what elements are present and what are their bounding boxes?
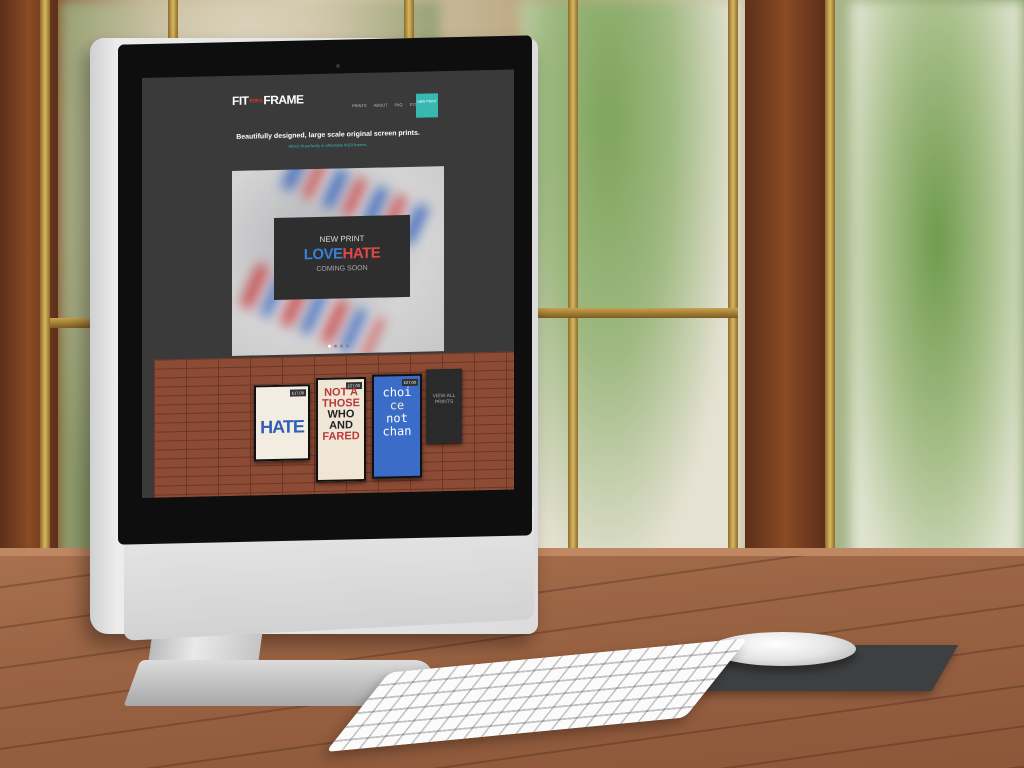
site-header: FITFOR AFRAME PRINTS ABOUT FAQ STOCKISTS… [142,69,514,128]
price-tag: £17.00 [289,389,306,397]
new-print-button[interactable]: NEW PRINT [416,93,438,118]
website-screen: FITFOR AFRAME PRINTS ABOUT FAQ STOCKISTS… [142,69,514,498]
logo-text-small: FOR A [249,98,263,105]
view-all-prints-button[interactable]: VIEW ALL PRINTS [426,368,462,444]
print-line: chan [382,423,412,439]
logo-text-left: FIT [232,93,249,108]
brass-frame [40,0,50,560]
print-card[interactable]: £27.00 NOT A THOSE WHO AND FARED [316,376,366,483]
window-glass-middle [520,0,740,600]
promo-title: LOVEHATE [274,244,410,264]
promo-status: COMING SOON [316,264,368,274]
promo-title-love: LOVE [303,245,343,264]
slider-dot[interactable] [339,344,343,348]
print-card[interactable]: £27.00 choi ce not chan [372,373,422,479]
print-artwork-text: NOT A THOSE WHO AND FARED [318,386,364,443]
camera-icon [336,64,340,68]
slider-dot[interactable] [345,344,349,348]
promo-box: NEW PRINT LOVEHATE COMING SOON [274,214,410,301]
window-frame-post [745,0,825,600]
brass-frame [728,0,738,570]
site-logo[interactable]: FITFOR AFRAME [232,92,304,108]
hero-slider[interactable]: NEW PRINT LOVEHATE COMING SOON [232,166,444,356]
brass-frame [568,0,578,570]
print-line: FARED [322,430,360,443]
slider-dot[interactable] [333,344,337,348]
slider-dot[interactable] [327,344,331,348]
nav-faq[interactable]: FAQ [394,102,402,107]
promo-new-label: NEW PRINT [319,233,365,244]
view-all-label: VIEW ALL PRINTS [432,392,456,406]
window-glass-right [850,0,1024,600]
brass-frame [825,0,835,570]
brick-wall-section: £17.00 HATE £27.00 NOT A THOSE WHO AND F… [154,351,514,498]
nav-prints[interactable]: PRINTS [352,103,367,108]
print-artwork-text: HATE [260,416,304,438]
nav-about[interactable]: ABOUT [374,102,388,107]
logo-text-right: FRAME [263,92,304,108]
window-rail [528,308,738,318]
print-card[interactable]: £17.00 HATE [254,384,310,462]
promo-title-hate: HATE [342,244,381,263]
print-artwork-text: choi ce not chan [374,385,420,439]
